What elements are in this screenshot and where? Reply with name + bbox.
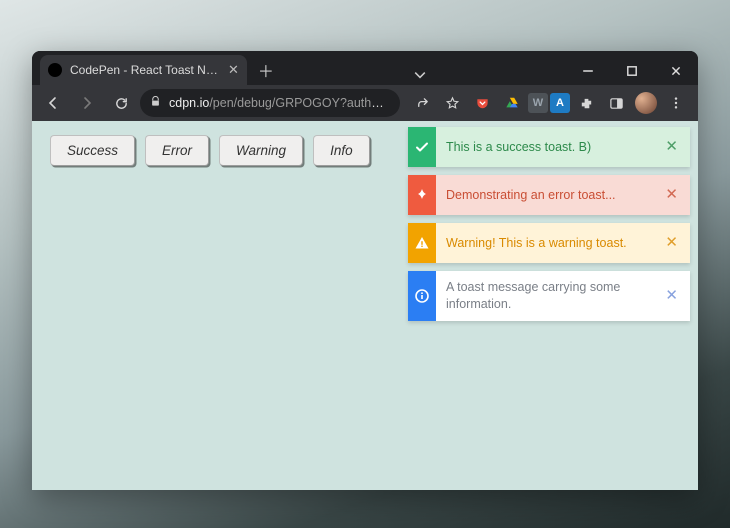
info-icon — [408, 271, 436, 321]
toast-message: A toast message carrying some informatio… — [446, 279, 661, 313]
sidepanel-icon[interactable] — [602, 89, 630, 117]
toast-success: This is a success toast. B)✕ — [408, 127, 690, 167]
browser-titlebar: CodePen - React Toast Notificati ✕ ＋ — [32, 51, 698, 85]
bookmark-icon[interactable] — [438, 89, 466, 117]
success-icon — [408, 127, 436, 167]
browser-window: CodePen - React Toast Notificati ✕ ＋ cdp… — [32, 51, 698, 490]
favicon-icon — [48, 63, 62, 77]
toast-message: Demonstrating an error toast... — [446, 187, 661, 204]
tabs-dropdown-icon[interactable] — [405, 69, 435, 81]
reload-button[interactable] — [106, 88, 136, 118]
new-tab-button[interactable]: ＋ — [253, 57, 279, 83]
pocket-icon[interactable] — [468, 89, 496, 117]
tab-title: CodePen - React Toast Notificati — [70, 63, 220, 77]
toast-close-icon[interactable]: ✕ — [661, 137, 682, 157]
browser-toolbar: cdpn.io/pen/debug/GRPOGOY?authenticatio.… — [32, 85, 698, 121]
url-text: cdpn.io/pen/debug/GRPOGOY?authenticatio.… — [169, 96, 390, 110]
toast-close-icon[interactable]: ✕ — [661, 233, 682, 253]
toast-message: Warning! This is a warning toast. — [446, 235, 661, 252]
page-content: Success Error Warning Info This is a succes… — [32, 121, 698, 490]
address-bar[interactable]: cdpn.io/pen/debug/GRPOGOY?authenticatio.… — [140, 89, 400, 117]
warning-button[interactable]: Warning — [219, 135, 303, 166]
success-button[interactable]: Success — [50, 135, 135, 166]
close-window-button[interactable] — [654, 57, 698, 85]
share-icon[interactable] — [408, 89, 436, 117]
error-icon — [408, 175, 436, 215]
toast-close-icon[interactable]: ✕ — [661, 286, 682, 306]
tab-close-icon[interactable]: ✕ — [228, 62, 239, 78]
menu-icon[interactable] — [662, 89, 690, 117]
toast-warning: Warning! This is a warning toast.✕ — [408, 223, 690, 263]
lock-icon — [150, 96, 161, 110]
warning-icon — [408, 223, 436, 263]
toast-container: This is a success toast. B)✕Demonstratin… — [408, 127, 690, 329]
extension-w-icon[interactable]: W — [528, 93, 548, 113]
window-controls — [566, 57, 698, 85]
toast-close-icon[interactable]: ✕ — [661, 185, 682, 205]
toast-error: Demonstrating an error toast...✕ — [408, 175, 690, 215]
toast-message: This is a success toast. B) — [446, 139, 661, 156]
browser-tab[interactable]: CodePen - React Toast Notificati ✕ — [40, 55, 247, 85]
drive-icon[interactable] — [498, 89, 526, 117]
extension-a-icon[interactable]: A — [550, 93, 570, 113]
info-button[interactable]: Info — [313, 135, 370, 166]
extensions-icon[interactable] — [572, 89, 600, 117]
minimize-button[interactable] — [566, 57, 610, 85]
back-button[interactable] — [38, 88, 68, 118]
forward-button[interactable] — [72, 88, 102, 118]
toast-info: A toast message carrying some informatio… — [408, 271, 690, 321]
profile-avatar[interactable] — [632, 89, 660, 117]
error-button[interactable]: Error — [145, 135, 209, 166]
maximize-button[interactable] — [610, 57, 654, 85]
